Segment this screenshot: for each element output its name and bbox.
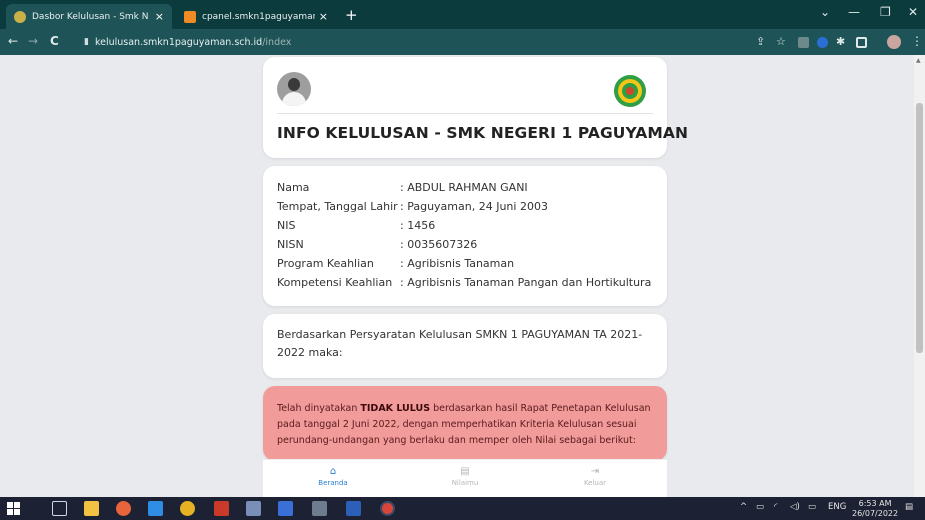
- nav-label: Keluar: [583, 479, 607, 487]
- info-label: NISN: [277, 238, 304, 251]
- nav-label: Beranda: [318, 479, 348, 487]
- close-window-button[interactable]: ✕: [908, 5, 918, 19]
- restore-button[interactable]: ❐: [880, 5, 891, 19]
- cpanel-favicon-icon: [184, 10, 196, 23]
- reload-icon[interactable]: C: [50, 34, 59, 48]
- extension-icon[interactable]: [798, 37, 809, 48]
- keyboard-icon[interactable]: ▭: [808, 502, 816, 512]
- result-text: Telah dinyatakan TIDAK LULUS berdasarkan…: [277, 401, 657, 449]
- logout-icon: ⇥: [590, 466, 600, 477]
- photo-body: [282, 92, 306, 106]
- photo-head: [288, 78, 300, 91]
- clock-time: 6:53 AM: [858, 499, 892, 508]
- result-status: TIDAK LULUS: [360, 403, 431, 414]
- statement-text: Berdasarkan Persyaratan Kelulusan SMKN 1…: [277, 328, 643, 359]
- tab-dasbor-kelulusan[interactable]: Dasbor Kelulusan - Smk N 1 Pagu ×: [6, 4, 172, 29]
- bottom-nav: ⌂ Beranda ▤ Nilaimu ⇥ Keluar: [263, 459, 667, 497]
- info-value: : 0035607326: [400, 238, 478, 251]
- nav-item-keluar[interactable]: ⇥ Keluar: [555, 466, 635, 487]
- tab-title: cpanel.smkn1paguyaman.sch.id /: [202, 11, 315, 22]
- lock-icon: ▮: [84, 37, 89, 47]
- word-icon[interactable]: [346, 501, 361, 516]
- close-tab-icon[interactable]: ×: [319, 10, 328, 23]
- page-title: INFO KELULUSAN - SMK NEGERI 1 PAGUYAMAN: [277, 124, 689, 142]
- info-value: : Agribisnis Tanaman Pangan dan Hortikul…: [400, 276, 652, 289]
- close-tab-icon[interactable]: ×: [155, 10, 164, 23]
- profile-avatar[interactable]: [887, 35, 901, 49]
- tab-cpanel[interactable]: cpanel.smkn1paguyaman.sch.id / ×: [176, 4, 336, 29]
- language-indicator[interactable]: ENG: [828, 502, 846, 512]
- task-view-icon[interactable]: [52, 501, 67, 516]
- tray-chevron-icon[interactable]: ^: [740, 502, 747, 512]
- tab-search-icon[interactable]: ⌄: [820, 5, 830, 19]
- header-divider: [277, 113, 653, 114]
- taskbar-clock[interactable]: 6:53 AM 26/07/2022: [852, 499, 898, 519]
- browser-tab-bar: Dasbor Kelulusan - Smk N 1 Pagu × cpanel…: [0, 0, 925, 29]
- header-card: INFO KELULUSAN - SMK NEGERI 1 PAGUYAMAN: [263, 57, 688, 158]
- info-value: : Paguyaman, 24 Juni 2003: [400, 200, 548, 213]
- vscode-icon[interactable]: [148, 501, 163, 516]
- chrome-active-icon[interactable]: [380, 501, 395, 516]
- share-icon[interactable]: ⇪: [756, 35, 765, 48]
- url-input[interactable]: ▮ kelulusan.smkn1paguyaman.sch.id/index: [84, 33, 734, 51]
- new-tab-button[interactable]: +: [345, 6, 358, 24]
- address-bar-row: ← → C ▮ kelulusan.smkn1paguyaman.sch.id /…: [0, 29, 925, 55]
- result-prefix: Telah dinyatakan: [277, 403, 361, 414]
- calculator-icon[interactable]: [312, 501, 327, 516]
- app-icon[interactable]: [246, 501, 261, 516]
- volume-icon[interactable]: ◁): [790, 502, 800, 512]
- site-favicon-icon: [14, 10, 26, 23]
- extensions-puzzle-icon[interactable]: ✱: [836, 35, 845, 48]
- extension-icon[interactable]: [817, 37, 828, 48]
- info-label: Kompetensi Keahlian: [277, 276, 393, 289]
- tab-title: Dasbor Kelulusan - Smk N 1 Pagu: [32, 11, 151, 22]
- bookmark-star-icon[interactable]: ☆: [776, 35, 786, 48]
- info-label: Program Keahlian: [277, 257, 374, 270]
- result-card: Telah dinyatakan TIDAK LULUS berdasarkan…: [263, 386, 667, 461]
- scrollbar-thumb[interactable]: [916, 103, 923, 353]
- windows-taskbar: ^ ▭ ◜ ◁) ▭ ENG 6:53 AM 26/07/2022 ▤: [0, 497, 925, 520]
- info-label: Nama: [277, 181, 310, 194]
- scroll-up-icon[interactable]: ▲: [916, 57, 921, 64]
- school-logo-icon: [614, 75, 646, 107]
- back-arrow-icon[interactable]: ←: [8, 34, 18, 48]
- info-value: : ABDUL RAHMAN GANI: [400, 181, 528, 194]
- url-path: /index: [262, 36, 292, 48]
- sublime-icon[interactable]: [214, 501, 229, 516]
- nav-item-beranda[interactable]: ⌂ Beranda: [293, 466, 373, 487]
- chrome-icon[interactable]: [180, 501, 195, 516]
- page-viewport: INFO KELULUSAN - SMK NEGERI 1 PAGUYAMAN …: [0, 55, 925, 497]
- battery-icon[interactable]: ▭: [756, 502, 764, 512]
- minimize-button[interactable]: —: [848, 5, 860, 19]
- page-scrollbar[interactable]: ▲: [914, 55, 925, 497]
- forward-arrow-icon[interactable]: →: [28, 34, 38, 48]
- student-photo: [277, 72, 311, 106]
- url-host: kelulusan.smkn1paguyaman.sch.id: [94, 36, 263, 48]
- home-icon: ⌂: [329, 466, 337, 477]
- info-value: : Agribisnis Tanaman: [400, 257, 515, 270]
- statement-card: Berdasarkan Persyaratan Kelulusan SMKN 1…: [263, 314, 667, 378]
- info-label: Tempat, Tanggal Lahir: [277, 200, 398, 213]
- nav-label: Nilaimu: [451, 479, 479, 487]
- menu-kebab-icon[interactable]: ⋮: [911, 34, 923, 48]
- side-panel-icon[interactable]: [856, 37, 867, 48]
- info-value: : 1456: [400, 219, 436, 232]
- firefox-icon[interactable]: [116, 501, 131, 516]
- app-icon[interactable]: [278, 501, 293, 516]
- notification-icon[interactable]: ▤: [905, 502, 913, 512]
- nav-item-nilaimu[interactable]: ▤ Nilaimu: [425, 466, 505, 487]
- clock-date: 26/07/2022: [852, 509, 899, 518]
- windows-start-icon[interactable]: [7, 502, 20, 515]
- file-explorer-icon[interactable]: [84, 501, 99, 516]
- book-icon: ▤: [460, 466, 470, 477]
- wifi-icon[interactable]: ◜: [774, 502, 777, 512]
- student-info-card: Nama : ABDUL RAHMAN GANI Tempat, Tanggal…: [263, 166, 667, 306]
- info-label: NIS: [277, 219, 296, 232]
